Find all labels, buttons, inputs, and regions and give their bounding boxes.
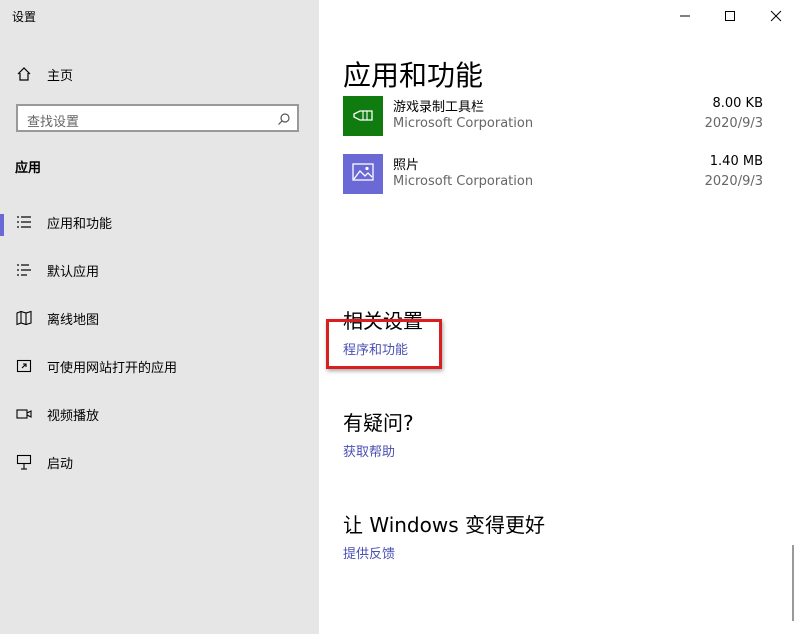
sidebar-item-home[interactable]: 主页 <box>0 54 319 94</box>
search-placeholder: 查找设置 <box>27 115 80 130</box>
app-name: 游戏录制工具栏 <box>393 100 485 115</box>
sidebar-item-label: 应用和功能 <box>47 216 113 232</box>
close-icon <box>770 7 782 26</box>
search-icon <box>277 111 291 125</box>
apps-list-icon <box>15 213 33 231</box>
maximize-icon <box>724 7 736 26</box>
scrollbar[interactable] <box>792 545 794 621</box>
minimize-button[interactable] <box>673 6 697 26</box>
main-pane: 应用和功能 游戏录制工具栏 Microsoft Corporation 8.00… <box>319 0 796 634</box>
app-date: 2020/9/3 <box>704 174 763 189</box>
app-list-item[interactable]: 照片 Microsoft Corporation 1.40 MB 2020/9/… <box>343 154 773 204</box>
section-heading: 应用 <box>15 161 42 176</box>
sidebar-item-apps-for-websites[interactable]: 可使用网站打开的应用 <box>0 346 319 386</box>
photos-icon <box>352 163 374 185</box>
sidebar: 设置 主页 查找设置 应用 应用和功能 默认应用 离线地图 可使用网站打开的应用… <box>0 0 319 634</box>
app-tile <box>343 96 383 136</box>
sidebar-item-label: 可使用网站打开的应用 <box>47 360 178 376</box>
open-link-icon <box>15 357 33 375</box>
sidebar-item-label: 离线地图 <box>47 312 100 328</box>
default-apps-icon <box>15 261 33 279</box>
app-publisher: Microsoft Corporation <box>393 116 534 131</box>
sidebar-item-video-playback[interactable]: 视频播放 <box>0 394 319 434</box>
app-tile <box>343 154 383 194</box>
sidebar-item-apps-features[interactable]: 应用和功能 <box>0 202 319 242</box>
question-heading: 有疑问? <box>343 411 414 435</box>
feedback-heading: 让 Windows 变得更好 <box>343 513 545 537</box>
sidebar-item-offline-maps[interactable]: 离线地图 <box>0 298 319 338</box>
gamebar-icon <box>351 104 375 128</box>
app-publisher: Microsoft Corporation <box>393 174 534 189</box>
app-size: 1.40 MB <box>709 154 763 169</box>
app-date: 2020/9/3 <box>704 116 763 131</box>
home-icon <box>15 65 33 83</box>
maximize-button[interactable] <box>718 6 742 26</box>
search-input[interactable]: 查找设置 <box>16 104 299 132</box>
sidebar-item-label: 默认应用 <box>47 264 100 280</box>
get-help-link[interactable]: 获取帮助 <box>343 441 395 460</box>
sidebar-item-default-apps[interactable]: 默认应用 <box>0 250 319 290</box>
highlight-box <box>326 319 442 369</box>
minimize-icon <box>679 7 691 26</box>
startup-icon <box>15 453 33 471</box>
sidebar-item-label: 启动 <box>47 456 74 472</box>
window-title: 设置 <box>12 10 37 24</box>
app-list-item[interactable]: 游戏录制工具栏 Microsoft Corporation 8.00 KB 20… <box>343 96 773 146</box>
map-icon <box>15 309 33 327</box>
sidebar-item-label: 主页 <box>47 68 74 84</box>
close-button[interactable] <box>764 6 788 26</box>
page-title: 应用和功能 <box>343 59 484 92</box>
sidebar-item-startup[interactable]: 启动 <box>0 442 319 482</box>
sidebar-item-label: 视频播放 <box>47 408 100 424</box>
video-icon <box>15 405 33 423</box>
app-size: 8.00 KB <box>712 96 763 111</box>
give-feedback-link[interactable]: 提供反馈 <box>343 543 395 562</box>
app-name: 照片 <box>393 158 420 173</box>
